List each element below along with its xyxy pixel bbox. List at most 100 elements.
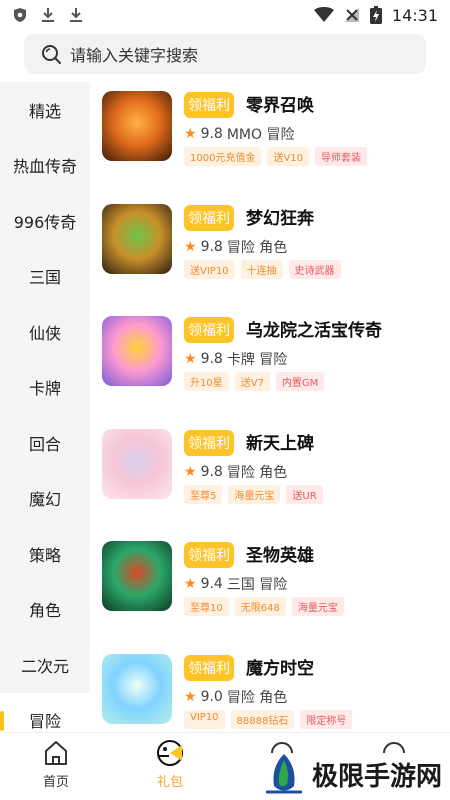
sidebar-item[interactable]: 精选	[0, 82, 90, 138]
claim-welfare-button[interactable]: 领福利	[184, 429, 234, 456]
game-list-item[interactable]: 领福利 圣物英雄 ★ 9.4 三国 冒险 至尊10 无限648 海量元宝	[90, 532, 450, 632]
game-thumbnail[interactable]	[102, 91, 172, 161]
sidebar-item-label: 回合	[28, 434, 61, 454]
game-tags: 至尊5 海量元宝 送UR	[184, 484, 323, 504]
game-rating: 9.4	[200, 576, 223, 592]
tab-gift-label: 礼包	[156, 775, 183, 790]
game-genre: MMO 冒险	[226, 127, 295, 143]
game-tag: 导师套装	[315, 147, 368, 166]
game-genre: 三国 冒险	[226, 577, 288, 593]
game-meta: ★ 9.8 冒险 角色	[184, 462, 287, 482]
game-tag: VIP10	[184, 709, 225, 729]
sidebar-item-label: 精选	[28, 101, 61, 121]
game-meta: ★ 9.8 冒险 角色	[184, 237, 287, 257]
claim-welfare-button[interactable]: 领福利	[184, 317, 234, 343]
sidebar-item[interactable]: 策略	[0, 526, 90, 582]
sidebar-item[interactable]: 仙侠	[0, 304, 90, 360]
claim-welfare-button[interactable]: 领福利	[184, 92, 234, 118]
search-input[interactable]: 请输入关键字搜索	[70, 42, 198, 66]
game-name: 零界召唤	[246, 96, 314, 116]
sidebar-item-label: 996传奇	[13, 212, 77, 232]
game-list-item[interactable]: 领福利 乌龙院之活宝传奇 ★ 9.8 卡牌 冒险 升10星 送V7 内置GM	[90, 307, 450, 407]
game-meta: ★ 9.4 三国 冒险	[184, 574, 287, 594]
game-tags: 至尊10 无限648 海量元宝	[184, 597, 344, 616]
game-list-item[interactable]: 领福利 零界召唤 ★ 9.8 MMO 冒险 1000元充值金 送V10 导师套装	[90, 82, 450, 182]
game-name: 魔方时空	[246, 658, 314, 679]
star-icon: ★	[184, 238, 197, 255]
game-genre: 冒险 角色	[226, 689, 288, 706]
game-tag: 送V10	[267, 147, 310, 166]
game-tag: 送VIP10	[184, 259, 235, 279]
game-list-item[interactable]: 领福利 梦幻狂奔 ★ 9.8 冒险 角色 送VIP10 十连抽 史诗武器	[90, 195, 450, 295]
game-tags: 升10星 送V7 内置GM	[184, 372, 325, 391]
claim-welfare-button[interactable]: 领福利	[184, 542, 234, 568]
game-meta: ★ 9.8 卡牌 冒险	[184, 349, 287, 369]
game-meta: ★ 9.0 冒险 角色	[184, 687, 287, 707]
sidebar-item[interactable]: 二次元	[0, 637, 90, 693]
game-tag: 海量元宝	[228, 484, 281, 504]
sidebar-item-label: 魔幻	[28, 490, 61, 510]
game-tag: 送UR	[286, 484, 323, 504]
game-tag: 限定称号	[300, 709, 353, 729]
sidebar-item[interactable]: 三国	[0, 249, 90, 305]
sidebar-item[interactable]: 卡牌	[0, 360, 90, 416]
signal-off-icon	[344, 8, 359, 22]
home-icon	[45, 741, 67, 765]
search-bar[interactable]: 请输入关键字搜索	[24, 34, 426, 74]
download-status-icon-2	[70, 8, 82, 22]
sidebar-item[interactable]: 热血传奇	[0, 138, 90, 194]
game-tag: 海量元宝	[291, 597, 344, 616]
game-tag: 升10星	[184, 372, 229, 391]
game-list-item[interactable]: 领福利 魔方时空 ★ 9.0 冒险 角色 VIP10 88888钻石 限定称号	[90, 645, 450, 733]
sidebar-item[interactable]: 996传奇	[0, 193, 90, 249]
game-tag: 88888钻石	[230, 709, 295, 729]
tab-gift[interactable]: 礼包	[140, 739, 200, 790]
claim-welfare-button[interactable]: 领福利	[184, 654, 234, 681]
game-name: 乌龙院之活宝传奇	[246, 321, 382, 341]
battery-icon	[369, 6, 382, 24]
game-tag: 至尊10	[184, 597, 229, 616]
game-tag: 至尊5	[184, 484, 223, 504]
game-name: 梦幻狂奔	[246, 208, 314, 229]
game-tag: 内置GM	[275, 372, 325, 391]
game-list: 领福利 零界召唤 ★ 9.8 MMO 冒险 1000元充值金 送V10 导师套装 领福利 梦幻狂奔…	[90, 82, 450, 732]
sidebar-item[interactable]: 角色	[0, 582, 90, 638]
star-icon: ★	[184, 688, 197, 705]
game-thumbnail[interactable]	[102, 316, 172, 386]
game-rating: 9.8	[200, 126, 223, 142]
sidebar-item[interactable]: 回合	[0, 415, 90, 471]
wifi-icon	[313, 7, 334, 22]
star-icon: ★	[184, 576, 197, 592]
sidebar-item[interactable]: 魔幻	[0, 471, 90, 527]
star-icon: ★	[184, 126, 197, 142]
game-thumbnail[interactable]	[102, 653, 172, 724]
tab-home[interactable]: 首页	[26, 739, 86, 790]
claim-welfare-button[interactable]: 领福利	[184, 204, 234, 231]
site-watermark: 极限手游网	[262, 752, 442, 796]
sidebar-item-label: 冒险	[28, 712, 61, 732]
game-tags: VIP10 88888钻石 限定称号	[184, 709, 353, 729]
sidebar-item-label: 仙侠	[28, 323, 61, 343]
sidebar-item-label: 卡牌	[28, 379, 61, 399]
game-tag: 1000元充值金	[184, 147, 262, 166]
download-status-icon	[42, 8, 54, 22]
game-thumbnail[interactable]	[102, 541, 172, 611]
game-genre: 卡牌 冒险	[226, 352, 288, 368]
game-list-item[interactable]: 领福利 新天上碑 ★ 9.8 冒险 角色 至尊5 海量元宝 送UR	[90, 420, 450, 520]
sidebar-item-label: 三国	[28, 268, 61, 288]
sidebar-item-label: 热血传奇	[12, 157, 77, 177]
game-rating: 9.8	[200, 351, 223, 367]
game-name: 圣物英雄	[246, 546, 314, 566]
game-tag: 送V7	[234, 372, 270, 391]
category-sidebar: 精选热血传奇 996传奇三国仙侠卡牌回合魔幻策略角色二次元冒险	[0, 82, 90, 748]
game-thumbnail[interactable]	[102, 428, 172, 499]
sidebar-item-label: 策略	[28, 545, 61, 565]
game-meta: ★ 9.8 MMO 冒险	[184, 124, 294, 144]
status-bar: 14:31	[0, 0, 450, 30]
game-genre: 冒险 角色	[226, 239, 288, 256]
game-name: 新天上碑	[246, 433, 314, 454]
game-tags: 1000元充值金 送V10 导师套装	[184, 147, 368, 166]
game-tag: 无限648	[234, 597, 286, 616]
sidebar-item-label: 二次元	[20, 656, 69, 676]
game-thumbnail[interactable]	[102, 203, 172, 274]
